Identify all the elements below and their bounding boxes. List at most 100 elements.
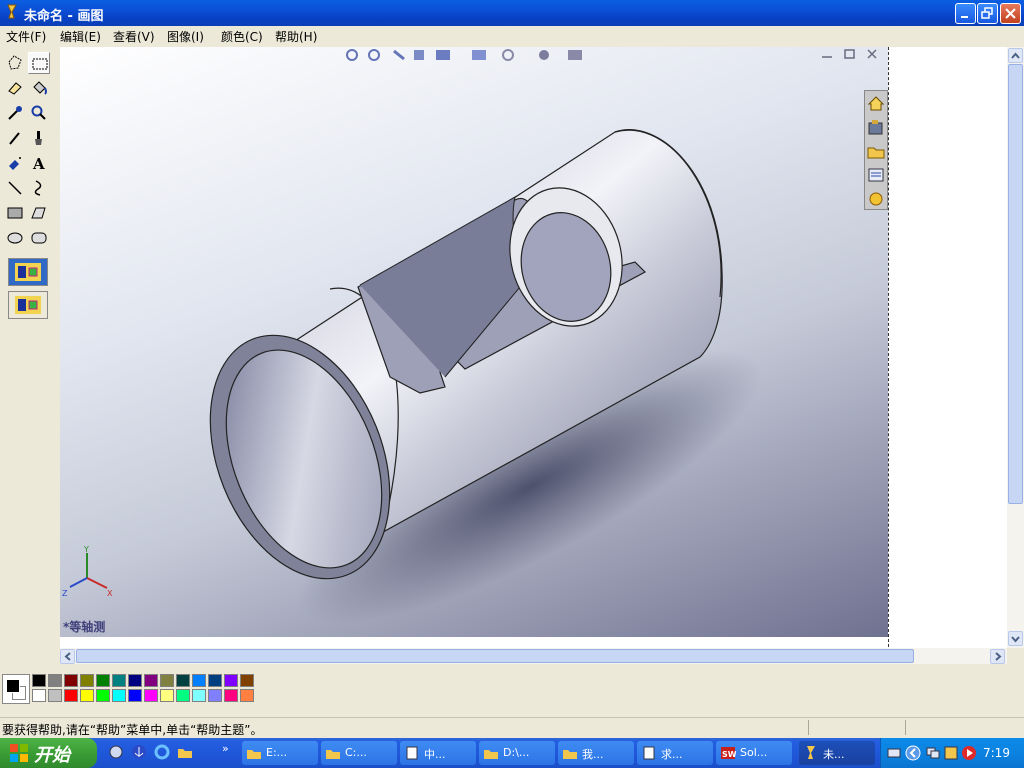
properties-icon[interactable]	[865, 165, 887, 187]
menu-view[interactable]: 查看(V)	[113, 28, 155, 45]
media-player-icon[interactable]	[961, 745, 977, 761]
canvas-area[interactable]: Y X Z *等轴测	[60, 47, 1007, 648]
palette-swatch[interactable]	[128, 689, 142, 702]
status-cell-size	[905, 720, 1024, 735]
network-icon[interactable]	[925, 745, 941, 761]
color-picker-tool[interactable]	[4, 102, 26, 124]
polygon-tool[interactable]	[28, 202, 50, 224]
quicklaunch-gear-icon[interactable]	[108, 744, 125, 761]
vertical-scrollbar[interactable]	[1007, 47, 1024, 648]
task-button-qiu[interactable]: 求...	[637, 741, 713, 765]
scroll-up-button[interactable]	[1008, 48, 1023, 63]
palette-swatch[interactable]	[32, 674, 46, 687]
palette-swatch[interactable]	[80, 674, 94, 687]
palette-swatch[interactable]	[240, 689, 254, 702]
scroll-left-button[interactable]	[60, 649, 75, 664]
task-label: 求...	[661, 748, 683, 761]
window-title: 未命名 - 画图	[24, 9, 104, 24]
palette-swatch[interactable]	[96, 674, 110, 687]
rounded-rectangle-tool[interactable]	[28, 227, 50, 249]
current-colors[interactable]	[2, 674, 30, 704]
line-tool[interactable]	[4, 177, 26, 199]
curve-tool[interactable]	[28, 177, 50, 199]
menu-file[interactable]: 文件(F)	[6, 28, 46, 45]
palette-swatch[interactable]	[64, 689, 78, 702]
restore-button[interactable]	[977, 3, 998, 24]
keyboard-icon[interactable]	[887, 746, 901, 760]
vertical-scroll-thumb[interactable]	[1008, 64, 1023, 504]
scroll-down-button[interactable]	[1008, 631, 1023, 646]
home-icon[interactable]	[865, 93, 887, 115]
palette-swatch[interactable]	[144, 674, 158, 687]
task-button-wo[interactable]: 我...	[558, 741, 634, 765]
quicklaunch-folder-icon[interactable]	[177, 744, 194, 761]
menu-edit[interactable]: 编辑(E)	[60, 28, 101, 45]
text-tool[interactable]: A	[28, 152, 50, 174]
fill-option-1[interactable]	[8, 258, 48, 286]
quicklaunch-anchor-icon[interactable]	[131, 744, 148, 761]
close-button[interactable]	[1000, 3, 1021, 24]
axis-x-label: X	[107, 589, 113, 598]
eraser-tool[interactable]	[4, 77, 26, 99]
task-button-d[interactable]: D:\...	[479, 741, 555, 765]
rect-select-tool[interactable]	[28, 52, 50, 74]
pencil-tool[interactable]	[4, 127, 26, 149]
palette-swatch[interactable]	[240, 674, 254, 687]
menu-colors[interactable]: 颜色(C)	[221, 28, 263, 45]
palette-swatch[interactable]	[128, 674, 142, 687]
solidworks-viewport-image[interactable]: Y X Z *等轴测	[60, 47, 888, 637]
palette-swatch[interactable]	[192, 674, 206, 687]
palette-swatch[interactable]	[224, 689, 238, 702]
palette-swatch[interactable]	[208, 674, 222, 687]
brush-tool[interactable]	[28, 127, 50, 149]
magnifier-tool[interactable]	[28, 102, 50, 124]
palette-swatch[interactable]	[160, 674, 174, 687]
palette-swatch[interactable]	[32, 689, 46, 702]
horizontal-scrollbar[interactable]	[60, 648, 1007, 664]
task-button-zhong[interactable]: 中...	[400, 741, 476, 765]
foreground-color-swatch[interactable]	[6, 679, 20, 693]
rectangle-tool[interactable]	[4, 202, 26, 224]
tray-app-icon[interactable]	[943, 745, 959, 761]
airbrush-tool[interactable]	[4, 152, 26, 174]
palette-swatch[interactable]	[48, 689, 62, 702]
palette-swatch[interactable]	[208, 689, 222, 702]
library-icon[interactable]	[865, 117, 887, 139]
minimize-button[interactable]	[955, 3, 976, 24]
palette-swatch[interactable]	[96, 689, 110, 702]
canvas-resize-edge[interactable]	[888, 47, 889, 647]
palette-swatch[interactable]	[112, 674, 126, 687]
quicklaunch-ie-icon[interactable]	[154, 744, 171, 761]
tray-expand-icon[interactable]	[905, 745, 921, 761]
title-bar: 未命名 - 画图	[0, 0, 1024, 26]
free-select-icon	[8, 55, 22, 70]
palette-swatch[interactable]	[192, 689, 206, 702]
menu-image[interactable]: 图像(I)	[167, 28, 204, 45]
quicklaunch-more-icon[interactable]: »	[222, 742, 229, 755]
fill-option-2[interactable]	[8, 291, 48, 319]
free-select-tool[interactable]	[4, 52, 26, 74]
palette-swatch[interactable]	[48, 674, 62, 687]
palette-swatch[interactable]	[176, 689, 190, 702]
task-button-c[interactable]: C:...	[321, 741, 397, 765]
horizontal-scroll-thumb[interactable]	[76, 649, 914, 663]
task-button-e[interactable]: E:...	[242, 741, 318, 765]
palette-swatch[interactable]	[176, 674, 190, 687]
palette-swatch[interactable]	[80, 689, 94, 702]
ellipse-tool[interactable]	[4, 227, 26, 249]
menu-help[interactable]: 帮助(H)	[275, 28, 317, 45]
folder-icon[interactable]	[865, 141, 887, 163]
appearance-icon[interactable]	[865, 189, 887, 211]
scroll-right-button[interactable]	[990, 649, 1005, 664]
palette-swatch[interactable]	[224, 674, 238, 687]
fill-tool[interactable]	[28, 77, 50, 99]
palette-swatch[interactable]	[64, 674, 78, 687]
palette-swatch[interactable]	[144, 689, 158, 702]
palette-swatch[interactable]	[160, 689, 174, 702]
task-button-solidworks[interactable]: SW Sol...	[716, 741, 792, 765]
palette-swatch[interactable]	[112, 689, 126, 702]
task-button-paint[interactable]: 未...	[799, 741, 875, 765]
start-button[interactable]: 开始	[0, 738, 97, 768]
chevron-down-icon	[1011, 636, 1020, 643]
task-label: 中...	[424, 748, 446, 761]
